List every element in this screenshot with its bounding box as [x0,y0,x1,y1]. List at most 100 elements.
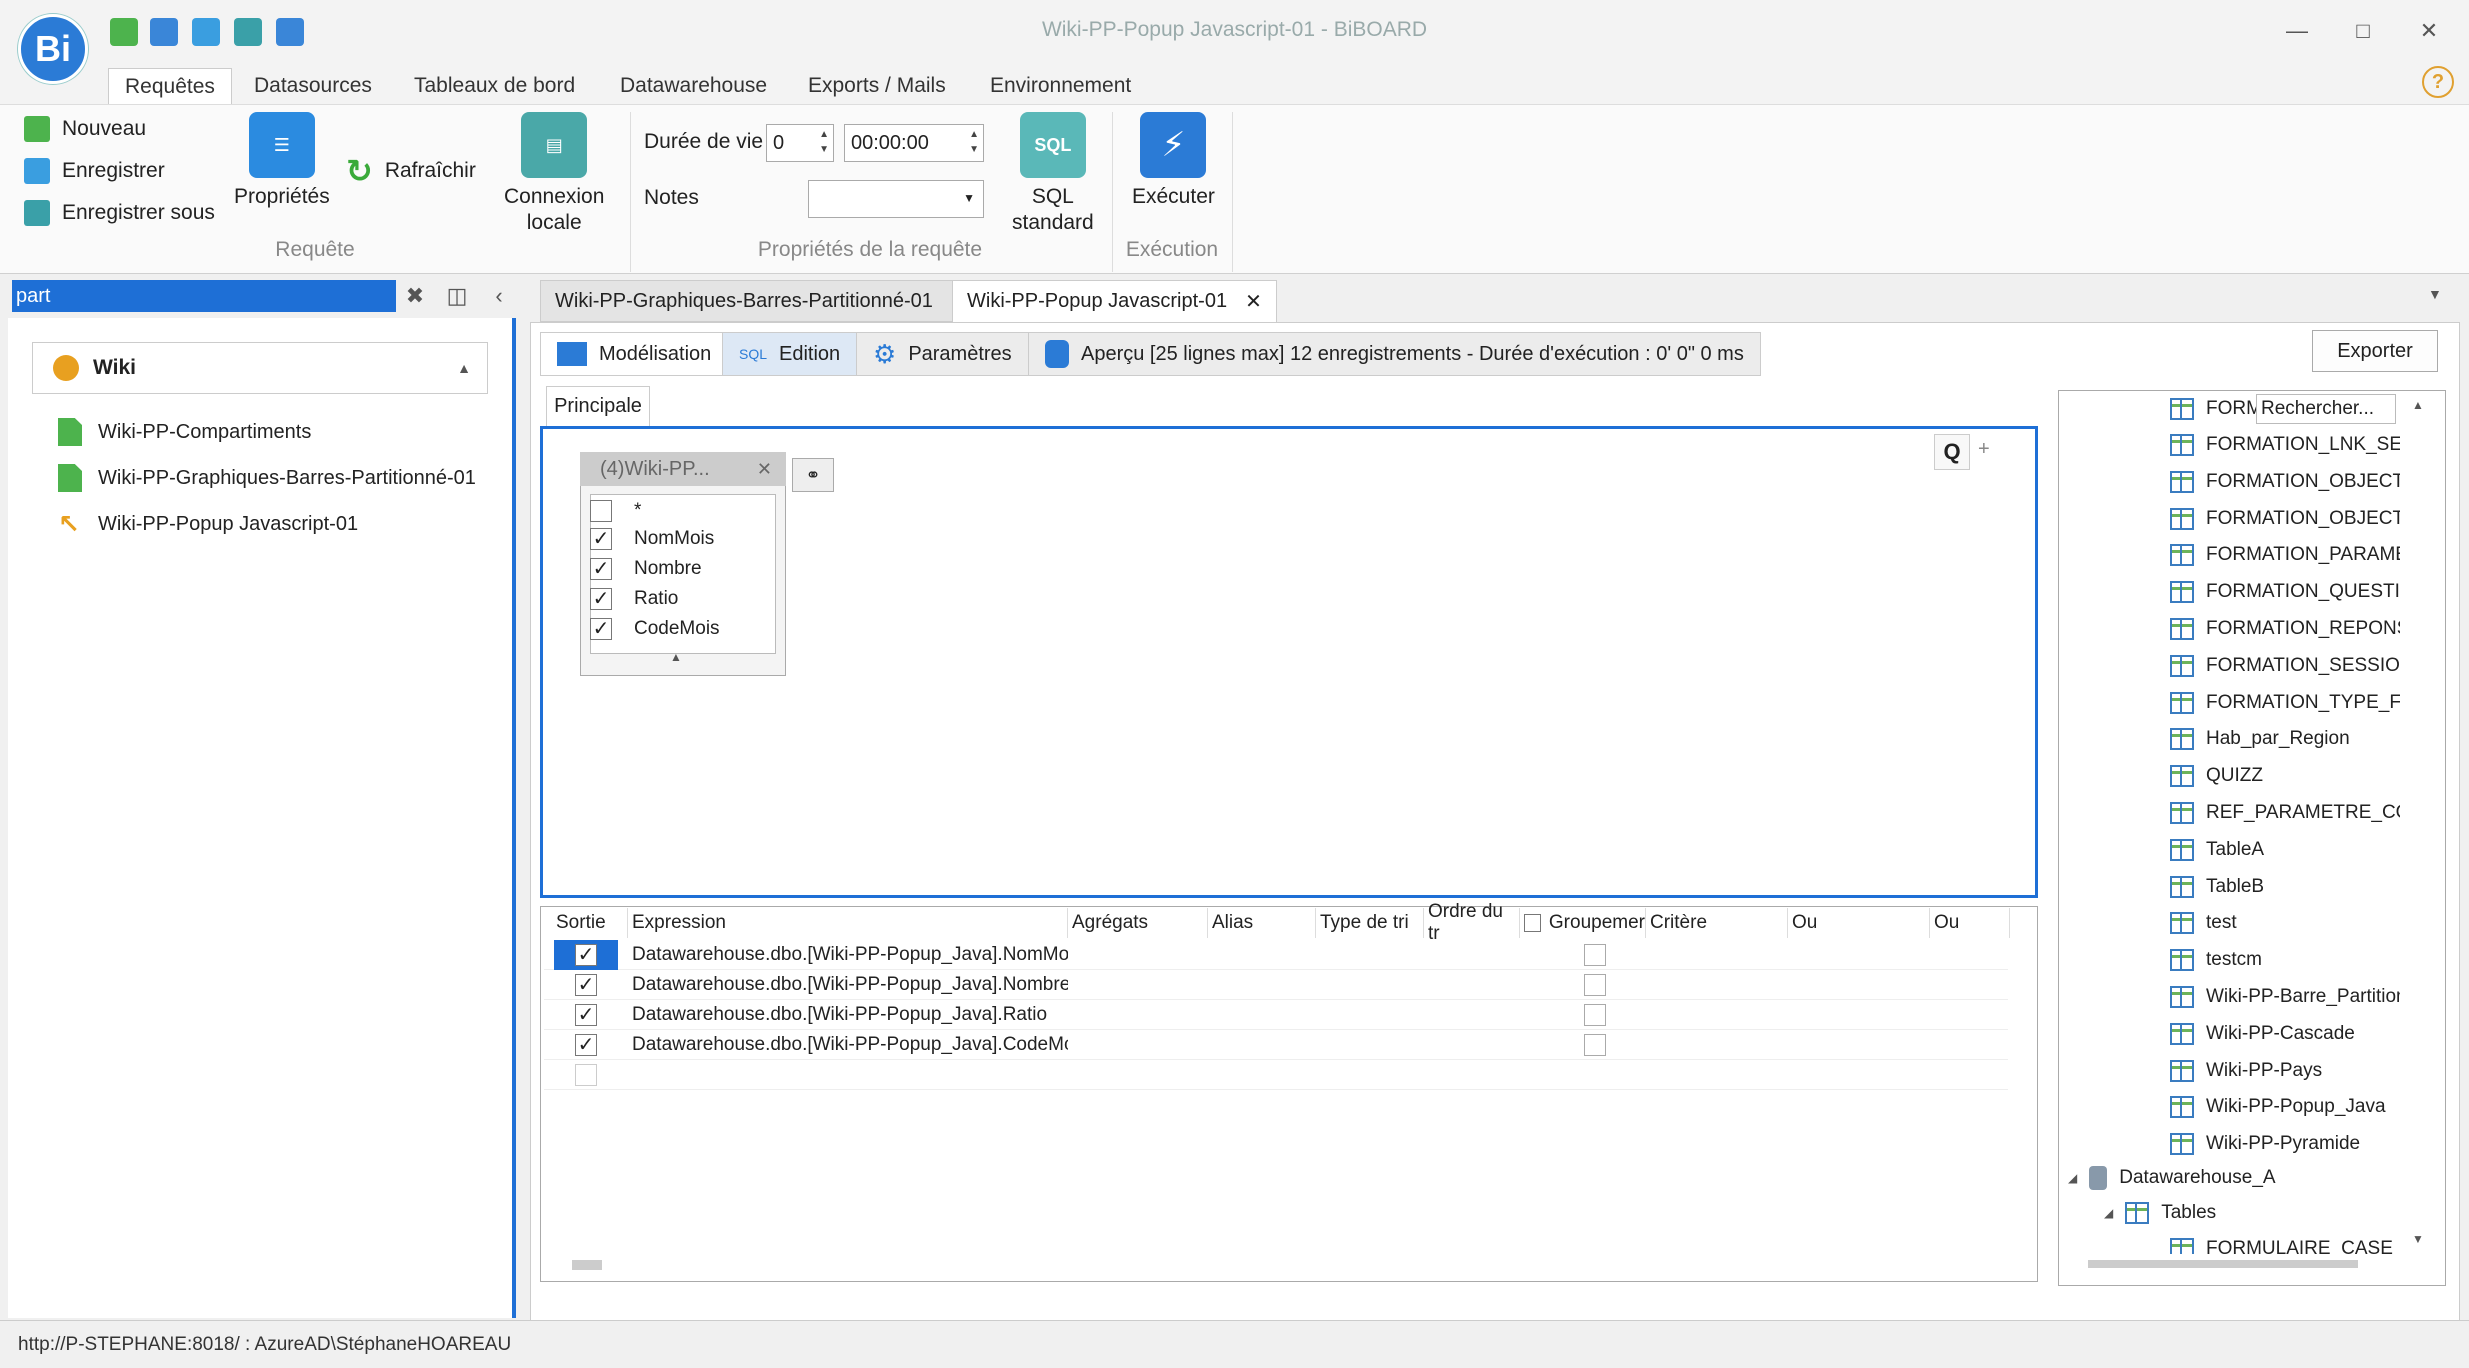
group-by-checkbox[interactable] [1524,914,1541,932]
tab-edition[interactable]: SQL Edition [722,332,858,376]
field-checkbox[interactable]: ✓ [590,618,612,640]
tree-table-item[interactable]: REF_PARAMETRE_COM [2170,796,2400,830]
export-button[interactable]: Exporter [2312,330,2438,372]
table-row[interactable]: ✓ Datawarehouse.dbo.[Wiki-PP-Popup_Java]… [544,940,2008,970]
table-box-title[interactable]: (4)Wiki-PP... ✕ [580,452,786,486]
tree-tables-node[interactable]: ◢ Tables [2104,1202,2216,1224]
help-icon[interactable]: ? [2422,66,2454,98]
tree-table-item[interactable]: FORMATION_PARAMET [2170,538,2400,572]
tree-table-item[interactable]: FORMATION_TYPE_FO [2170,686,2400,720]
proprietes-button[interactable]: ☰ Propriétés [234,112,330,210]
tree-table-item[interactable]: FORMATION_LNK_SES! [2170,428,2400,462]
tab-principale[interactable]: Principale [546,386,650,426]
grid-header[interactable]: Ou [1788,908,1930,938]
nouveau-button[interactable]: Nouveau [24,112,146,146]
grid-header[interactable]: Sortie [552,908,628,938]
duree-spinner[interactable]: 0 ▲ ▼ [766,124,834,162]
binoculars-icon[interactable]: ◫ [440,280,474,312]
tab-parametres[interactable]: ⚙ Paramètres [856,332,1029,376]
tree-table-item[interactable]: Hab_par_Region [2170,722,2400,756]
expression-cell[interactable]: Datawarehouse.dbo.[Wiki-PP-Popup_Java].N… [628,970,1068,1000]
tree-table-item[interactable]: FORMATION_SESSION [2170,649,2400,683]
field-checkbox[interactable]: ✓ [590,528,612,550]
field-row-all[interactable]: * [590,496,641,526]
tree-table-item[interactable]: Wiki-PP-Pyramide [2170,1127,2400,1161]
zoom-in-icon[interactable]: + [1978,438,1990,461]
tree-table-item[interactable]: FORMATION_OBJECTIF [2170,465,2400,499]
time-spinner[interactable]: 00:00:00 ▲ ▼ [844,124,984,162]
chevron-down-icon[interactable]: ◢ [2104,1206,2113,1220]
field-row[interactable]: ✓ NomMois [590,524,714,554]
search-input[interactable]: part [12,280,396,312]
output-checkbox[interactable]: ✓ [575,974,597,996]
output-checkbox[interactable]: ✓ [575,1004,597,1026]
close-icon[interactable]: ✕ [1245,289,1262,314]
enregistrer-button[interactable]: Enregistrer [24,154,165,188]
output-checkbox[interactable]: ✓ [575,944,597,966]
menu-tab-datasources[interactable]: Datasources [238,68,388,104]
tree-horizontal-scrollbar[interactable] [2070,1258,2430,1270]
tree-table-item[interactable]: QUIZZ [2170,759,2400,793]
tree-item[interactable]: ↖ Wiki-PP-Popup Javascript-01 [58,506,358,542]
search-zoom-icon[interactable]: Q [1934,434,1970,470]
menu-tab-environnement[interactable]: Environnement [974,68,1147,104]
tree-table-item[interactable]: test [2170,906,2400,940]
enregistrer-sous-button[interactable]: Enregistrer sous [24,196,215,230]
output-cell[interactable]: ✓ [554,1030,618,1060]
close-window-button[interactable]: ✕ [2402,14,2456,48]
scroll-up-icon[interactable]: ▲ [2412,398,2424,412]
tree-table-item[interactable]: FORMATION_QUESTIO [2170,575,2400,609]
tree-table-item[interactable]: TableA [2170,833,2400,867]
spinner-arrows-icon[interactable]: ▲ ▼ [969,127,979,157]
output-checkbox[interactable] [575,1064,597,1086]
group-checkbox[interactable] [1584,1004,1606,1026]
minimize-button[interactable]: — [2270,14,2324,48]
tree-table-item[interactable]: TableB [2170,870,2400,904]
chevron-down-icon[interactable]: ◢ [2068,1171,2077,1185]
field-row[interactable]: ✓ Ratio [590,584,678,614]
maximize-button[interactable]: □ [2336,14,2390,48]
scroll-down-icon[interactable]: ▼ [2412,1232,2424,1246]
app-logo[interactable]: Bi [18,14,88,84]
tree-table-item[interactable]: Wiki-PP-Pays [2170,1054,2400,1088]
doc-tab[interactable]: Wiki-PP-Graphiques-Barres-Partitionné-01… [540,280,983,322]
close-icon[interactable]: ✕ [757,459,772,480]
doc-tab[interactable]: Wiki-PP-Popup Javascript-01 ✕ [952,280,1277,322]
expression-cell[interactable]: Datawarehouse.dbo.[Wiki-PP-Popup_Java].R… [628,1000,1068,1030]
field-checkbox[interactable]: ✓ [590,558,612,580]
tree-search-input[interactable]: Rechercher... [2256,394,2396,424]
field-checkbox[interactable]: ✓ [590,588,612,610]
horizontal-scrollbar[interactable] [556,1258,2026,1272]
grid-header[interactable]: Type de tri [1316,908,1424,938]
sql-standard-button[interactable]: SQL SQL standard [1012,112,1094,236]
tree-item[interactable]: Wiki-PP-Graphiques-Barres-Partitionné-01 [58,460,476,496]
field-row[interactable]: ✓ CodeMois [590,614,720,644]
tree-table-item-partial[interactable]: FORMULAIRE_CASE_C [2170,1238,2400,1254]
tree-table-item[interactable]: Wiki-PP-Popup_Java [2170,1090,2400,1124]
scrollbar-thumb[interactable] [572,1260,602,1270]
tab-modelisation[interactable]: Modélisation [540,332,729,376]
link-icon[interactable]: ⚭ [792,458,834,492]
tree-table-item[interactable]: Wiki-PP-Barre_Partition [2170,980,2400,1014]
menu-tab-exports-mails[interactable]: Exports / Mails [792,68,962,104]
table-row-empty[interactable] [544,1060,2008,1090]
notes-select[interactable]: ▼ [808,180,984,218]
output-cell[interactable]: ✓ [554,970,618,1000]
scrollbar-thumb[interactable] [2088,1260,2358,1268]
tree-item[interactable]: Wiki-PP-Compartiments [58,414,311,450]
tree-table-item[interactable]: FORMATION_OBJECTIF [2170,502,2400,536]
field-row[interactable]: ✓ Nombre [590,554,702,584]
spinner-arrows-icon[interactable]: ▲ ▼ [819,127,829,157]
menu-tab-datawarehouse[interactable]: Datawarehouse [604,68,783,104]
output-cell[interactable] [554,1060,618,1090]
scroll-up-icon[interactable]: ▲ [670,650,682,664]
menu-tab-requetes[interactable]: Requêtes [108,68,232,104]
grid-header[interactable]: Ou [1930,908,2010,938]
table-row[interactable]: ✓ Datawarehouse.dbo.[Wiki-PP-Popup_Java]… [544,970,2008,1000]
collapse-panel-icon[interactable]: ‹ [482,280,516,312]
table-row[interactable]: ✓ Datawarehouse.dbo.[Wiki-PP-Popup_Java]… [544,1000,2008,1030]
group-checkbox[interactable] [1584,974,1606,996]
expression-cell[interactable]: Datawarehouse.dbo.[Wiki-PP-Popup_Java].N… [628,940,1068,970]
output-cell[interactable]: ✓ [554,1000,618,1030]
output-checkbox[interactable]: ✓ [575,1034,597,1056]
